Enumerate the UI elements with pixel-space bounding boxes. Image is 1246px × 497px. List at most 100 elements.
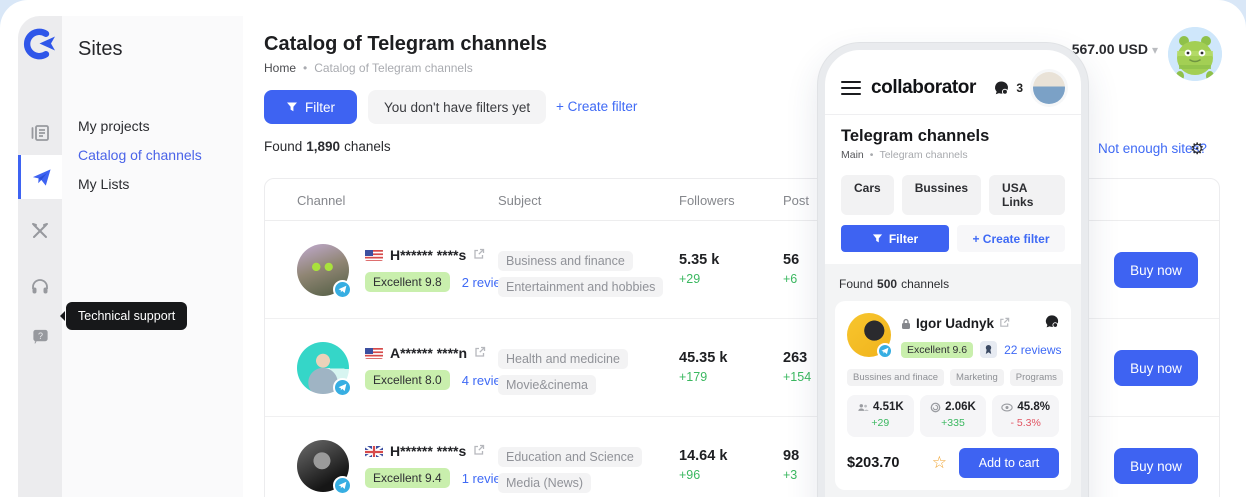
followers-delta: +29: [679, 272, 719, 286]
create-filter-button[interactable]: + Create filter: [556, 99, 637, 114]
sidebar-panel: Sites My projects Catalog of channels My…: [62, 16, 243, 497]
sidebar-icon-help[interactable]: ?: [18, 314, 62, 358]
flag-uk-icon: [365, 445, 383, 457]
sidebar-item-catalog-of-channels[interactable]: Catalog of channels: [78, 147, 202, 163]
collaborator-wordmark: collaborator: [871, 77, 982, 99]
post-delta: +3: [783, 468, 799, 482]
channel-name[interactable]: H****** ****s: [390, 443, 466, 459]
buy-now-button[interactable]: Buy now: [1114, 350, 1198, 386]
telegram-badge-icon: [333, 280, 352, 299]
column-followers: Followers: [679, 193, 735, 208]
add-to-cart-button[interactable]: Add to cart: [959, 448, 1059, 478]
rating-badge: Excellent 8.0: [365, 370, 450, 390]
found-count-line: Found1,890chanels: [264, 139, 391, 154]
mascot-avatar[interactable]: [1168, 27, 1222, 81]
external-link-icon[interactable]: [473, 247, 485, 263]
post-cell: 56 +6: [783, 252, 799, 286]
tab-usa-links[interactable]: USA Links: [989, 175, 1065, 215]
hamburger-menu-icon[interactable]: [841, 81, 861, 95]
rating-badge: Excellent 9.8: [365, 272, 450, 292]
sidebar-icon-tools[interactable]: [18, 209, 62, 253]
followers-cell: 5.35 k +29: [679, 252, 719, 286]
telegram-badge-icon: [333, 476, 352, 495]
phone-filter-button[interactable]: Filter: [841, 225, 949, 252]
post-delta: +6: [783, 272, 799, 286]
channel-avatar: [297, 342, 349, 394]
channel-name[interactable]: A****** ****n: [390, 345, 467, 361]
caret-down-icon: ▾: [1152, 43, 1158, 57]
sidebar-menu: My projects Catalog of channels My Lists: [78, 118, 202, 192]
chat-notifications[interactable]: 3: [992, 79, 1023, 98]
tab-bussines[interactable]: Bussines: [902, 175, 981, 215]
post-delta: +154: [783, 370, 811, 384]
followers-cell: 14.64 k +96: [679, 448, 727, 482]
sidebar-icon-projects[interactable]: [18, 111, 62, 155]
subject-tag: Business and finance: [498, 251, 633, 271]
filter-button[interactable]: Filter: [264, 90, 357, 124]
no-filters-label: You don't have filters yet: [368, 90, 546, 124]
chat-bubble-icon: [992, 79, 1011, 98]
views-stat: 2.06K +335: [920, 395, 987, 437]
subject-tag: Entertainment and hobbies: [498, 277, 663, 297]
external-link-icon[interactable]: [473, 443, 485, 459]
buy-now-button[interactable]: Buy now: [1114, 252, 1198, 288]
chat-bubble-icon[interactable]: [1043, 313, 1061, 334]
funnel-icon: [286, 101, 298, 113]
followers-cell: 45.35 k +179: [679, 350, 727, 384]
telegram-badge-icon: [877, 343, 893, 359]
channel-avatar: [297, 244, 349, 296]
post-cell: 263 +154: [783, 350, 811, 384]
user-avatar[interactable]: [1033, 72, 1065, 104]
sidebar-icon-headphones[interactable]: [18, 264, 62, 308]
flag-us-icon: [365, 347, 383, 359]
breadcrumb-separator: •: [870, 149, 874, 161]
subject-tag: Movie&cinema: [498, 375, 596, 395]
rating-badge: Excellent 9.6: [901, 342, 973, 358]
favorite-star-icon[interactable]: ☆: [932, 453, 947, 473]
chat-count-badge: 3: [1016, 81, 1023, 95]
audience-icon: [857, 403, 869, 412]
channel-name[interactable]: Igor Uadnyk: [916, 316, 994, 331]
phone-create-filter-button[interactable]: + Create filter: [957, 225, 1065, 252]
rating-badge: Excellent 9.4: [365, 468, 450, 488]
followers-stat: 4.51K +29: [847, 395, 914, 437]
views-icon: [930, 402, 941, 413]
external-link-icon[interactable]: [474, 345, 486, 361]
phone-breadcrumb: Main • Telegram channels: [825, 149, 1081, 173]
app-window: ? Sites My projects Catalog of channels …: [0, 0, 1246, 497]
external-link-icon[interactable]: [999, 316, 1010, 331]
award-icon: [980, 341, 997, 358]
sidebar-item-my-projects[interactable]: My projects: [78, 118, 202, 134]
funnel-icon: [872, 233, 883, 244]
channel-avatar: [297, 440, 349, 492]
tab-cars[interactable]: Cars: [841, 175, 894, 215]
subject-tag: Education and Science: [498, 447, 642, 467]
subject-tag: Programs: [1010, 369, 1063, 386]
subject-tag: Health and medicine: [498, 349, 628, 369]
channel-name[interactable]: H****** ****s: [390, 247, 466, 263]
collaborator-logo-icon[interactable]: [22, 26, 58, 62]
channel-avatar: [847, 313, 891, 357]
column-subject: Subject: [498, 193, 541, 208]
sidebar-title: Sites: [78, 38, 122, 61]
gear-icon[interactable]: ⚙: [1190, 139, 1204, 159]
breadcrumb: Home • Catalog of Telegram channels: [264, 61, 473, 75]
subject-tag: Marketing: [950, 369, 1004, 386]
sidebar-rail: ?: [18, 16, 62, 497]
breadcrumb-current: Catalog of Telegram channels: [314, 61, 473, 75]
phone-page-title: Telegram channels: [825, 115, 1081, 149]
phone-found-line: Found500channels: [835, 274, 1071, 301]
buy-now-button[interactable]: Buy now: [1114, 448, 1198, 484]
followers-delta: +179: [679, 370, 727, 384]
sidebar-item-my-lists[interactable]: My Lists: [78, 176, 202, 192]
technical-support-tooltip: Technical support: [66, 302, 187, 330]
followers-delta: +96: [679, 468, 727, 482]
subject-tag: Media (News): [498, 473, 591, 493]
breadcrumb-home[interactable]: Main: [841, 149, 864, 161]
breadcrumb-home[interactable]: Home: [264, 61, 296, 75]
reviews-link[interactable]: 22 reviews: [1004, 343, 1061, 357]
lock-icon: [901, 318, 911, 330]
sidebar-icon-channels[interactable]: [18, 155, 62, 199]
column-post: Post: [783, 193, 809, 208]
breadcrumb-current: Telegram channels: [879, 149, 967, 161]
